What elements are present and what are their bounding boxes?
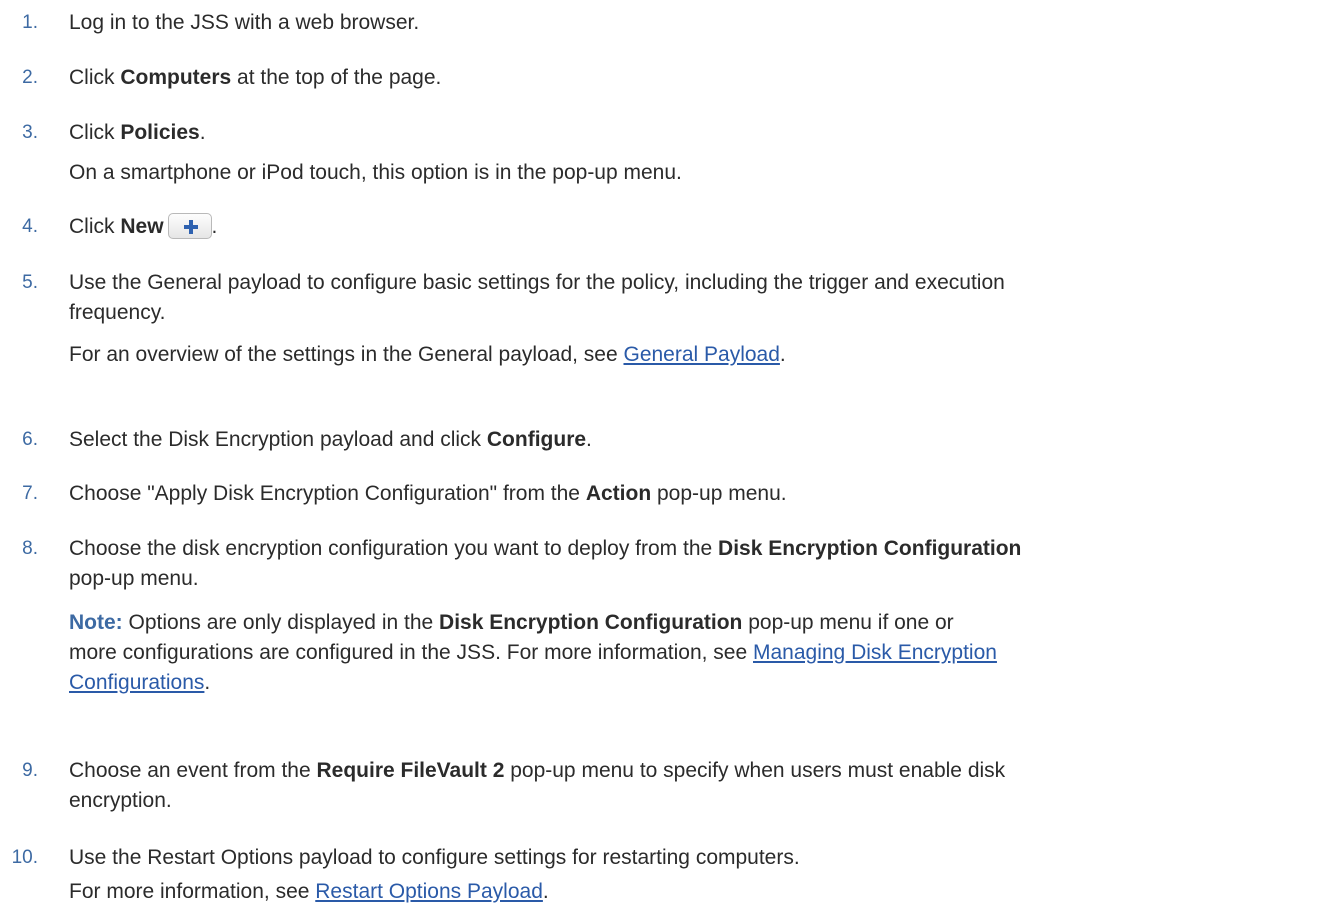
ui-term-disk-encryption-configuration: Disk Encryption Configuration (439, 611, 743, 634)
step-number: 2. (22, 67, 38, 88)
step-number: 1. (22, 12, 38, 33)
step-number: 10. (11, 847, 38, 868)
step-text: Choose an event from the Require FileVau… (69, 759, 1006, 782)
step-number: 9. (22, 760, 38, 781)
note: Note: Options are only displayed in the … (69, 611, 997, 694)
step-text: Choose the disk encryption configuration… (69, 537, 1022, 560)
step-text: Use the General payload to configure bas… (69, 271, 1005, 294)
ui-term-computers: Computers (120, 66, 232, 89)
managing-disk-encryption-link-continued[interactable]: Configurations (69, 671, 204, 694)
general-payload-link[interactable]: General Payload (623, 343, 779, 366)
step-text: Click Computers at the top of the page. (69, 66, 442, 89)
ui-term-require-filevault: Require FileVault 2 (316, 759, 505, 782)
step-text: Use the Restart Options payload to confi… (69, 846, 800, 869)
step-text-continued: pop-up menu. (69, 567, 199, 590)
step-subtext: For an overview of the settings in the G… (69, 343, 786, 366)
note-label: Note: (69, 611, 123, 634)
restart-options-payload-link[interactable]: Restart Options Payload (315, 880, 543, 903)
step-text: Select the Disk Encryption payload and c… (69, 428, 592, 451)
step-number: 7. (22, 483, 38, 504)
ui-term-policies: Policies (120, 121, 200, 144)
managing-disk-encryption-link[interactable]: Managing Disk Encryption (753, 641, 997, 664)
step-text-continued: encryption. (69, 789, 172, 812)
step-text-continued: frequency. (69, 301, 166, 324)
step-text: Click New. (69, 213, 218, 239)
step-subtext: For more information, see Restart Option… (69, 880, 549, 903)
ui-term-configure: Configure (486, 428, 587, 451)
step-subtext: On a smartphone or iPod touch, this opti… (69, 161, 682, 184)
step-number: 5. (22, 272, 38, 293)
step-text: Click Policies. (69, 121, 206, 144)
step-number: 8. (22, 538, 38, 559)
step-text: Choose "Apply Disk Encryption Configurat… (69, 482, 787, 505)
step-number: 3. (22, 122, 38, 143)
new-button[interactable] (167, 213, 212, 239)
plus-icon (183, 220, 198, 234)
step-number: 6. (22, 429, 38, 450)
step-number: 4. (22, 216, 38, 237)
ui-term-action: Action (585, 482, 652, 505)
ui-term-new: New (120, 215, 164, 238)
step-text: Log in to the JSS with a web browser. (69, 11, 420, 34)
ui-term-disk-encryption-configuration: Disk Encryption Configuration (718, 537, 1022, 560)
